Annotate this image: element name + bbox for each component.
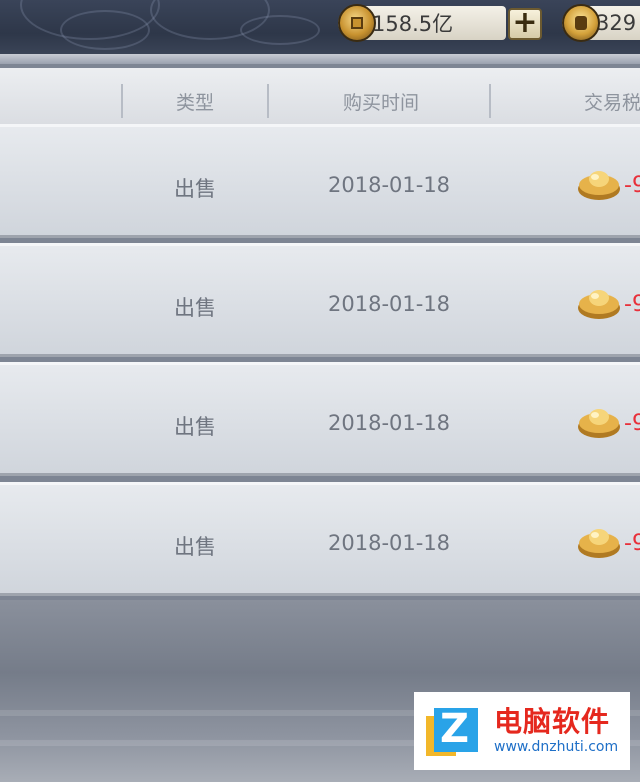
plus-icon: +	[512, 5, 538, 40]
table-row[interactable]: 出售 2018-01-18 -9	[0, 482, 640, 596]
header-type: 类型	[176, 92, 215, 114]
yuanbao-icon	[578, 171, 620, 200]
coin-amount: 158.5亿	[372, 12, 454, 36]
row-type: 出售	[174, 535, 216, 559]
table-row[interactable]: 出售 2018-01-18 -9	[0, 243, 640, 357]
topbar-divider	[0, 54, 640, 64]
column-divider	[121, 84, 123, 118]
row-type: 出售	[174, 296, 216, 320]
column-divider	[489, 84, 491, 118]
watermark-url: www.dnzhuti.com	[494, 739, 619, 755]
row-type: 出售	[174, 415, 216, 439]
gold-ingot-icon	[562, 4, 600, 42]
yuanbao-icon	[578, 409, 620, 438]
column-divider	[267, 84, 269, 118]
row-date: 2018-01-18	[328, 531, 451, 555]
table-row[interactable]: 出售 2018-01-18 -9	[0, 362, 640, 476]
row-type: 出售	[174, 177, 216, 201]
row-tax: -9	[624, 531, 640, 556]
header-purchase-time: 购买时间	[343, 92, 420, 114]
header-tax: 交易税	[584, 92, 640, 114]
watermark-title: 电脑软件	[494, 705, 611, 738]
ingot-amount: 329	[596, 11, 637, 35]
row-tax: -9	[624, 292, 640, 317]
table-header	[0, 68, 640, 128]
row-tax: -9	[624, 411, 640, 436]
row-date: 2018-01-18	[328, 292, 451, 316]
currency-bar	[0, 0, 640, 56]
add-currency-button[interactable]: +	[508, 8, 542, 40]
yuanbao-icon	[578, 290, 620, 319]
ingot-balance: 329	[562, 4, 640, 42]
copper-coin-icon	[338, 4, 376, 42]
watermark: Z 电脑软件 www.dnzhuti.com	[414, 692, 630, 770]
site-logo-icon: Z	[426, 702, 484, 760]
row-date: 2018-01-18	[328, 173, 451, 197]
row-tax: -9	[624, 173, 640, 198]
table-row[interactable]: 出售 2018-01-18 -9	[0, 124, 640, 238]
yuanbao-icon	[578, 529, 620, 558]
coin-balance: 158.5亿	[338, 4, 506, 42]
row-date: 2018-01-18	[328, 411, 451, 435]
